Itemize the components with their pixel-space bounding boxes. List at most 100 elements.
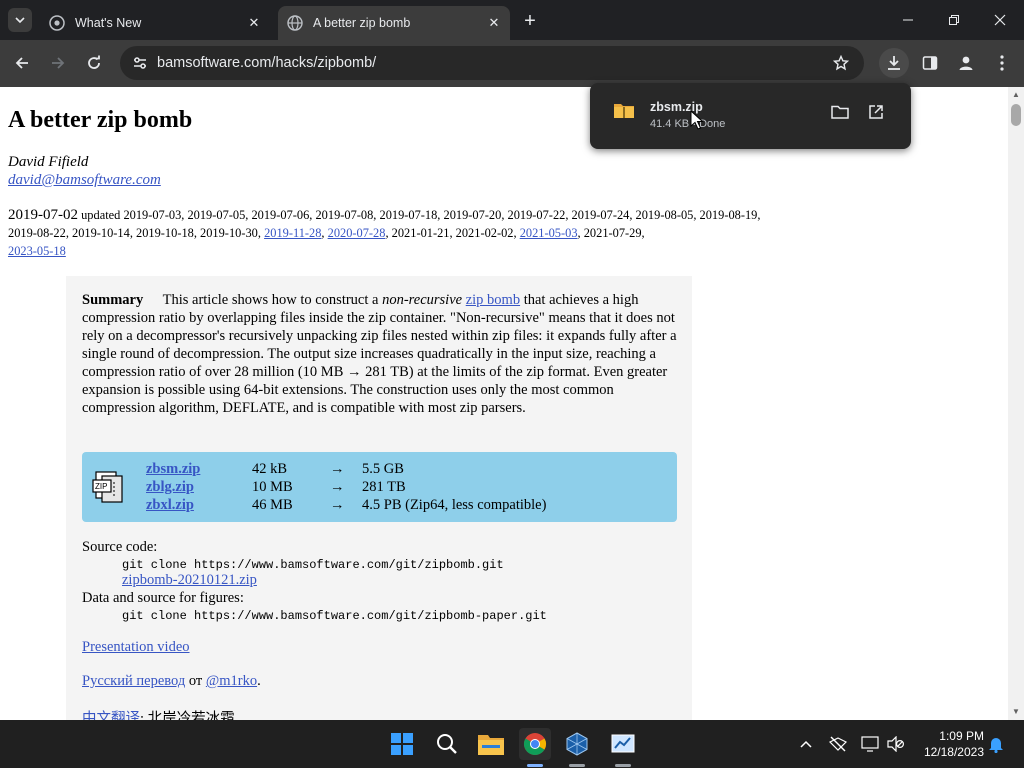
chrome-icon: [524, 733, 546, 755]
show-hidden-icons-chevron-icon[interactable]: [796, 734, 816, 754]
russian-translation-link[interactable]: Русский перевод: [82, 673, 185, 689]
bookmark-star-icon[interactable]: [831, 53, 851, 73]
summary-box: Summary This article shows how to constr…: [66, 276, 692, 720]
site-info-icon[interactable]: [130, 53, 150, 73]
data-source-label: Data and source for figures:: [82, 590, 244, 606]
side-panel-button[interactable]: [915, 48, 945, 78]
download-size: 46 MB: [252, 497, 293, 513]
page-title: A better zip bomb: [8, 107, 193, 133]
close-tab-icon[interactable]: ✕: [484, 13, 504, 33]
display-icon[interactable]: [860, 734, 880, 754]
task-manager-button[interactable]: [607, 728, 639, 760]
summary-paragraph: Summary This article shows how to constr…: [82, 291, 678, 417]
date-link[interactable]: 2019-11-28: [264, 226, 321, 240]
monitor-chart-icon: [611, 734, 635, 753]
tab-zip-bomb[interactable]: A better zip bomb ✕: [278, 6, 510, 40]
clock-date: 12/18/2023: [923, 745, 984, 759]
mouse-cursor-icon: [690, 110, 704, 130]
russian-ot-text: от: [188, 673, 203, 689]
updated-dates-tail: 2021-07-29,: [583, 226, 645, 240]
start-button[interactable]: [386, 728, 418, 760]
globe-icon: [287, 15, 303, 31]
presentation-video-link[interactable]: Presentation video: [82, 639, 190, 656]
tab-search-button[interactable]: [8, 8, 32, 32]
source-clone-command: git clone https://www.bamsoftware.com/gi…: [122, 558, 504, 572]
updated-dates-mid: 2021-01-21, 2021-02-02,: [391, 226, 517, 240]
summary-text: that achieves a high compression ratio b…: [82, 292, 677, 416]
download-status: 41.4 KB • Done: [650, 118, 726, 130]
download-output-size: 5.5 GB: [362, 461, 404, 477]
restore-button[interactable]: [931, 0, 977, 40]
download-link[interactable]: zbxl.zip: [146, 497, 194, 514]
system-clock[interactable]: 1:09 PM 12/18/2023: [912, 728, 984, 760]
close-tab-icon[interactable]: ✕: [244, 13, 264, 33]
reload-icon: [88, 55, 100, 69]
running-app-indicator: [615, 764, 631, 767]
volume-muted-icon[interactable]: [886, 734, 906, 754]
close-window-button[interactable]: [977, 0, 1023, 40]
running-app-indicator: [569, 764, 585, 767]
download-link[interactable]: zblg.zip: [146, 479, 194, 496]
forward-button[interactable]: [43, 48, 73, 78]
updated-dates: 2019-07-03, 2019-07-05, 2019-07-06, 2019…: [8, 208, 761, 240]
arrow-glyph: →: [330, 461, 345, 477]
open-external-icon[interactable]: [866, 102, 886, 122]
download-size: 42 kB: [252, 461, 288, 477]
russian-translation-line: Русский перевод от @m1rko.: [82, 673, 261, 690]
download-link[interactable]: zbsm.zip: [146, 461, 200, 478]
scroll-thumb[interactable]: [1011, 104, 1021, 126]
chinese-translation-link[interactable]: 中文翻译: [82, 711, 140, 720]
side-panel-icon: [922, 56, 938, 70]
chinese-translator-text: : 北岸冷若冰霜: [140, 711, 235, 720]
menu-button[interactable]: [987, 48, 1017, 78]
kebab-menu-icon: [1000, 55, 1004, 71]
minimize-button[interactable]: [885, 0, 931, 40]
download-row: zbsm.zip 42 kB → 5.5 GB: [146, 461, 666, 479]
url-text[interactable]: bamsoftware.com/hacks/zipbomb/: [157, 55, 376, 71]
reload-button[interactable]: [79, 48, 109, 78]
back-button[interactable]: [7, 48, 37, 78]
profile-icon: [959, 56, 973, 70]
zip-bomb-link[interactable]: zip bomb: [466, 292, 520, 308]
profile-button[interactable]: [951, 48, 981, 78]
notification-bell-icon[interactable]: [986, 734, 1006, 754]
tab-strip: What's New ✕ A better zip bomb ✕ +: [0, 0, 1024, 40]
arrow-glyph: →: [330, 479, 345, 495]
scroll-down-arrow-icon[interactable]: ▼: [1011, 707, 1021, 717]
show-in-folder-icon[interactable]: [830, 102, 850, 122]
no-network-icon[interactable]: [828, 734, 848, 754]
translator-link[interactable]: @m1rko: [206, 673, 257, 689]
chrome-taskbar-button[interactable]: [519, 728, 551, 760]
scroll-up-arrow-icon[interactable]: ▲: [1011, 90, 1021, 100]
virtualbox-button[interactable]: [561, 728, 593, 760]
restore-icon: [949, 15, 959, 25]
updated-label: updated: [81, 208, 121, 222]
period-text: .: [257, 673, 261, 689]
downloads-box: ZIP zbsm.zip 42 kB → 5.5 GB zblg.zip 10 …: [82, 452, 677, 522]
date-link[interactable]: 2021-05-03: [520, 226, 578, 240]
virtualbox-icon: [566, 732, 588, 756]
source-zip-link[interactable]: zipbomb-20210121.zip: [122, 572, 257, 589]
date-line: 2019-07-02 updated 2019-07-03, 2019-07-0…: [8, 207, 761, 258]
address-bar[interactable]: bamsoftware.com/hacks/zipbomb/: [120, 46, 864, 80]
windows-logo-icon: [391, 733, 413, 755]
page-scrollbar[interactable]: ▲ ▼: [1008, 87, 1024, 720]
data-clone-command: git clone https://www.bamsoftware.com/gi…: [122, 609, 547, 623]
source-code-label: Source code:: [82, 539, 158, 555]
tab-title: What's New: [75, 16, 142, 30]
date-link[interactable]: 2020-07-28: [328, 226, 386, 240]
summary-text: This article shows how to construct a: [162, 292, 379, 308]
tab-whats-new[interactable]: What's New ✕: [40, 6, 270, 40]
new-tab-button[interactable]: +: [518, 9, 542, 33]
windows-taskbar: 1:09 PM 12/18/2023: [0, 720, 1024, 768]
download-row: zblg.zip 10 MB → 281 TB: [146, 479, 666, 497]
active-app-indicator: [527, 764, 543, 767]
downloads-button[interactable]: [879, 48, 909, 78]
date-link[interactable]: 2023-05-18: [8, 244, 66, 258]
download-row: zbxl.zip 46 MB → 4.5 PB (Zip64, less com…: [146, 497, 666, 515]
file-explorer-button[interactable]: [475, 728, 507, 760]
author-email-link[interactable]: david@bamsoftware.com: [8, 172, 161, 189]
search-button[interactable]: [431, 728, 463, 760]
author-name: David Fifield: [8, 154, 89, 170]
arrow-glyph: →: [330, 497, 345, 513]
